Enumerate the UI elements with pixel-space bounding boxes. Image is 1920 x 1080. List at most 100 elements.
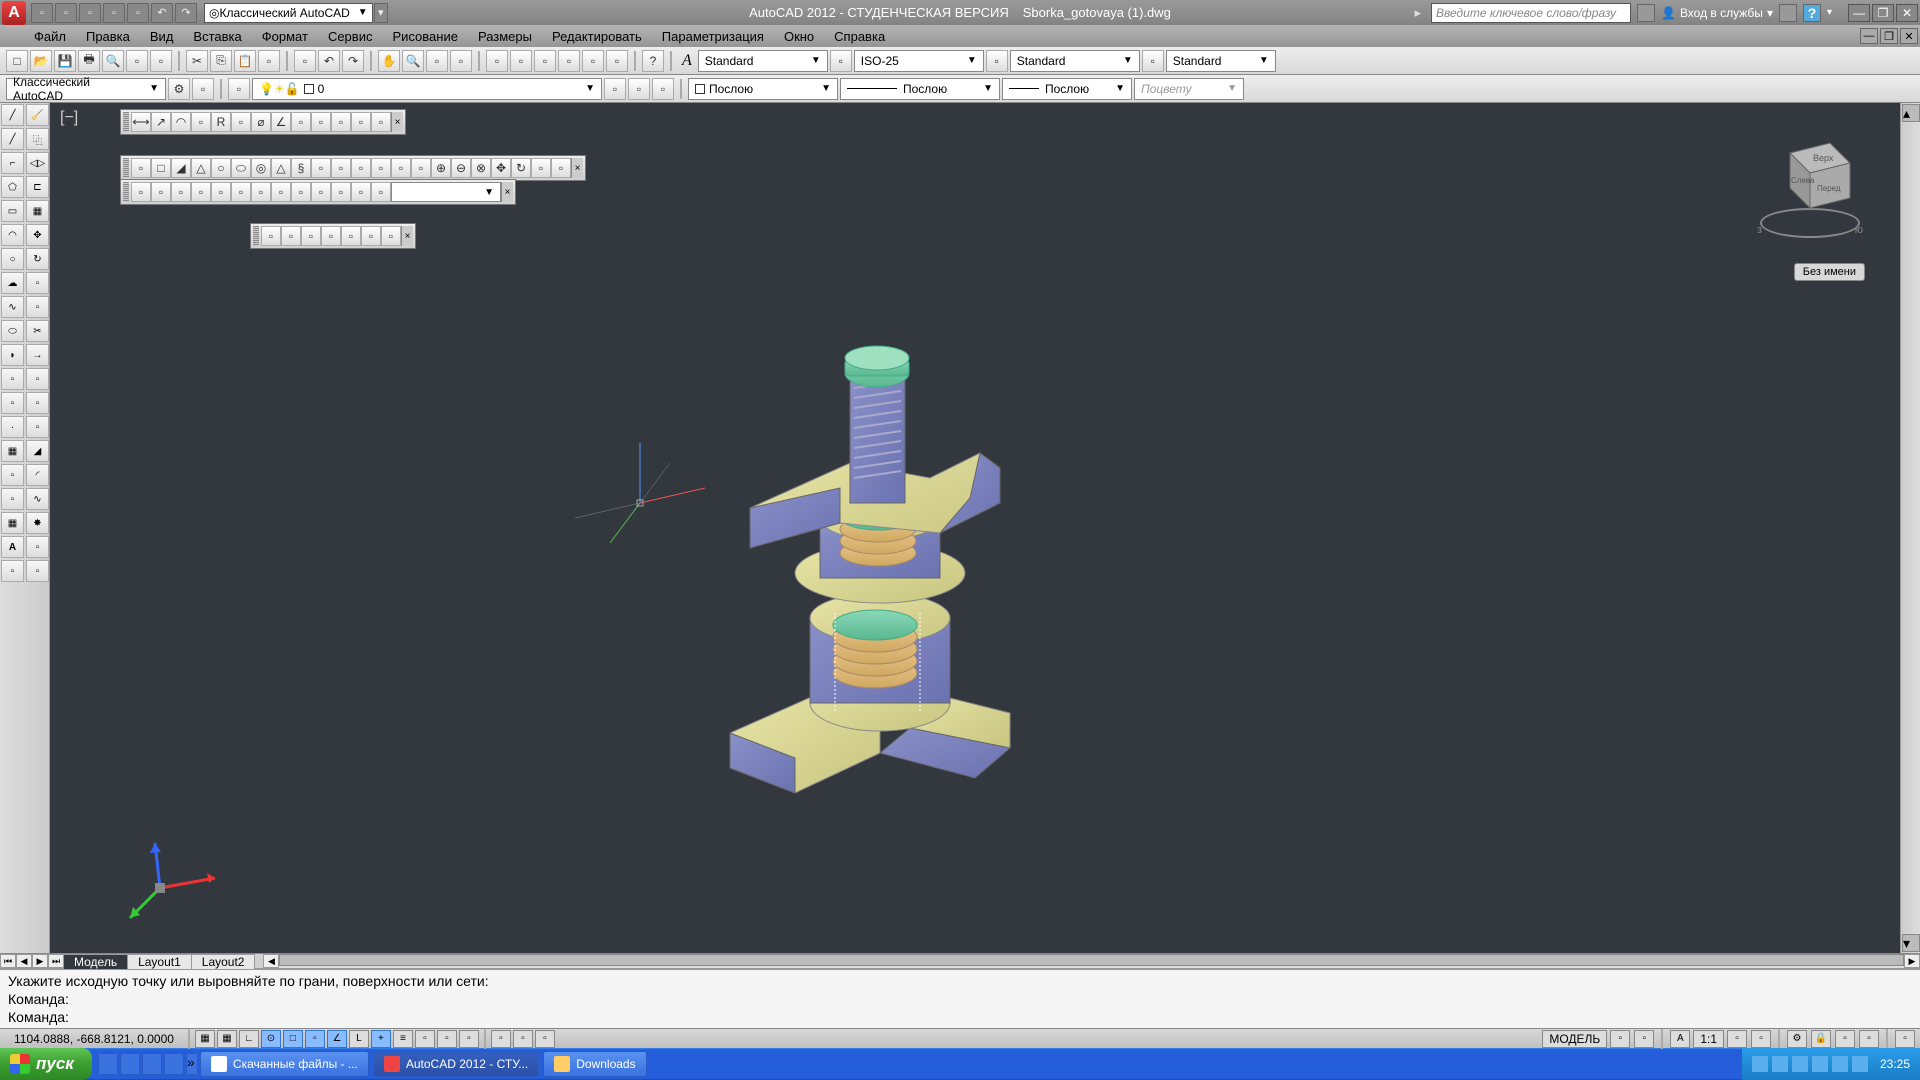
isolate-icon[interactable]: ▫ (1859, 1030, 1879, 1048)
menu-insert[interactable]: Вставка (183, 27, 251, 46)
scale-tool[interactable]: ▫ (26, 272, 49, 294)
tray-icon[interactable] (1852, 1056, 1868, 1072)
dimension-toolbar[interactable]: ⟷ ↗ ◠ ▫ R ▫ ⌀ ∠ ▫ ▫ ▫ ▫ ▫ × (120, 109, 406, 135)
trim-tool[interactable]: ✂ (26, 320, 49, 342)
tray-icon[interactable] (1792, 1056, 1808, 1072)
clock[interactable]: 23:25 (1880, 1057, 1910, 1071)
tray-icon[interactable] (1752, 1056, 1768, 1072)
exchange-icon[interactable] (1779, 4, 1797, 22)
paste-icon[interactable]: 📋 (234, 50, 256, 72)
qat-undo-icon[interactable]: ↶ (151, 3, 173, 23)
doc-minimize-button[interactable]: — (1860, 28, 1878, 44)
point-tool[interactable]: · (1, 416, 24, 438)
dimarc-icon[interactable]: ◠ (171, 112, 191, 132)
3drotate-icon[interactable]: ↻ (511, 158, 531, 178)
sc-toggle[interactable]: ▫ (459, 1030, 479, 1048)
redo-icon[interactable]: ↷ (342, 50, 364, 72)
quicklaunch-icon[interactable] (120, 1053, 140, 1075)
properties-icon[interactable]: ▫ (486, 50, 508, 72)
viewcube-svg[interactable]: Верх Слева Перед (1755, 128, 1865, 228)
toolbar-grip[interactable] (123, 158, 129, 178)
model-paper-toggle[interactable]: МОДЕЛЬ (1542, 1030, 1607, 1048)
sphere-icon[interactable]: ○ (211, 158, 231, 178)
line-tool[interactable]: ╱ (1, 104, 24, 126)
qat-print-icon[interactable]: ▫ (127, 3, 149, 23)
polar-toggle[interactable]: ⊙ (261, 1030, 281, 1048)
subtract-icon[interactable]: ⊖ (451, 158, 471, 178)
toolbar-close[interactable]: × (391, 112, 403, 132)
command-window[interactable]: Укажите исходную точку или выровняйте по… (0, 968, 1920, 1028)
box-icon[interactable]: □ (151, 158, 171, 178)
qat-saveas-icon[interactable]: ▫ (103, 3, 125, 23)
vp7-icon[interactable]: ▫ (381, 226, 401, 246)
infocenter-icon[interactable] (1637, 4, 1655, 22)
array-tool[interactable]: ▦ (26, 200, 49, 222)
solidhist-icon[interactable]: ▫ (131, 182, 151, 202)
tpy-toggle[interactable]: ▫ (415, 1030, 435, 1048)
dimcontinue-icon[interactable]: ▫ (331, 112, 351, 132)
ellipse-tool[interactable]: ⬭ (1, 320, 24, 342)
tab-last-icon[interactable]: ⏭ (48, 954, 64, 968)
menu-view[interactable]: Вид (140, 27, 184, 46)
qat-save-icon[interactable]: ▫ (79, 3, 101, 23)
textstyle-dropdown[interactable]: Standard▼ (698, 50, 828, 72)
menu-format[interactable]: Формат (252, 27, 318, 46)
tab-layout1[interactable]: Layout1 (127, 954, 192, 969)
menu-edit[interactable]: Правка (76, 27, 140, 46)
menu-tools[interactable]: Сервис (318, 27, 383, 46)
solidedit1-icon[interactable]: ▫ (151, 182, 171, 202)
3darray-icon[interactable]: ▫ (551, 158, 571, 178)
osnap-toggle[interactable]: □ (283, 1030, 303, 1048)
sweep-icon[interactable]: ▫ (371, 158, 391, 178)
polygon-tool[interactable]: ⬠ (1, 176, 24, 198)
addselect-tool[interactable]: ▫ (1, 560, 24, 582)
solidedit10-icon[interactable]: ▫ (331, 182, 351, 202)
toolpalette-icon[interactable]: ▫ (534, 50, 556, 72)
quickview-drawings-icon[interactable]: ▫ (535, 1030, 555, 1048)
3ddwf-icon[interactable]: ▫ (150, 50, 172, 72)
solidedit3-icon[interactable]: ▫ (191, 182, 211, 202)
union-icon[interactable]: ⊕ (431, 158, 451, 178)
ws-save-icon[interactable]: ▫ (192, 78, 214, 100)
visualstyle-dropdown[interactable]: ▼ (391, 182, 501, 202)
menu-dimension[interactable]: Размеры (468, 27, 542, 46)
vp5-icon[interactable]: ▫ (341, 226, 361, 246)
mirror-tool[interactable]: ◁▷ (26, 152, 49, 174)
toolbar-close[interactable]: × (571, 158, 583, 178)
minimize-button[interactable]: — (1848, 4, 1870, 22)
quicklaunch-icon[interactable] (164, 1053, 184, 1075)
layerprop-icon[interactable]: ▫ (228, 78, 250, 100)
torus-icon[interactable]: ◎ (251, 158, 271, 178)
atext-tool[interactable]: ▫ (26, 536, 49, 558)
markup-icon[interactable]: ▫ (582, 50, 604, 72)
mlstyle-icon[interactable]: ▫ (1142, 50, 1164, 72)
intersect-icon[interactable]: ⊗ (471, 158, 491, 178)
3dmove-icon[interactable]: ✥ (491, 158, 511, 178)
dimbaseline-icon[interactable]: ▫ (311, 112, 331, 132)
arc-tool[interactable]: ◠ (1, 224, 24, 246)
blockeditor-icon[interactable]: ▫ (294, 50, 316, 72)
dimspace-icon[interactable]: ▫ (351, 112, 371, 132)
mlstyle-dropdown[interactable]: Standard▼ (1166, 50, 1276, 72)
hscroll-left-icon[interactable]: ◀ (263, 954, 279, 968)
chamfer-tool[interactable]: ◢ (26, 440, 49, 462)
vp1-icon[interactable]: ▫ (261, 226, 281, 246)
qat-redo-icon[interactable]: ↷ (175, 3, 197, 23)
undo-icon[interactable]: ↶ (318, 50, 340, 72)
extend-tool[interactable]: → (26, 344, 49, 366)
cylinder-icon[interactable]: ⬭ (231, 158, 251, 178)
doc-restore-button[interactable]: ❐ (1880, 28, 1898, 44)
offset-tool[interactable]: ⊏ (26, 176, 49, 198)
dimlinear-icon[interactable]: ⟷ (131, 112, 151, 132)
lineweight-dropdown[interactable]: Послою▼ (1002, 78, 1132, 100)
modelspace-toggle[interactable]: ▫ (491, 1030, 511, 1048)
xline-tool[interactable]: ╱ (1, 128, 24, 150)
toolbar-close[interactable]: × (501, 182, 513, 202)
scroll-up-icon[interactable]: ▴ (1902, 104, 1920, 122)
presspull-icon[interactable]: ▫ (351, 158, 371, 178)
workspace-dropdown-2[interactable]: Классический AutoCAD▼ (6, 78, 166, 100)
menu-draw[interactable]: Рисование (382, 27, 467, 46)
quicklaunch-icon[interactable] (98, 1053, 118, 1075)
dimjogged-icon[interactable]: ▫ (231, 112, 251, 132)
scroll-down-icon[interactable]: ▾ (1902, 934, 1920, 952)
